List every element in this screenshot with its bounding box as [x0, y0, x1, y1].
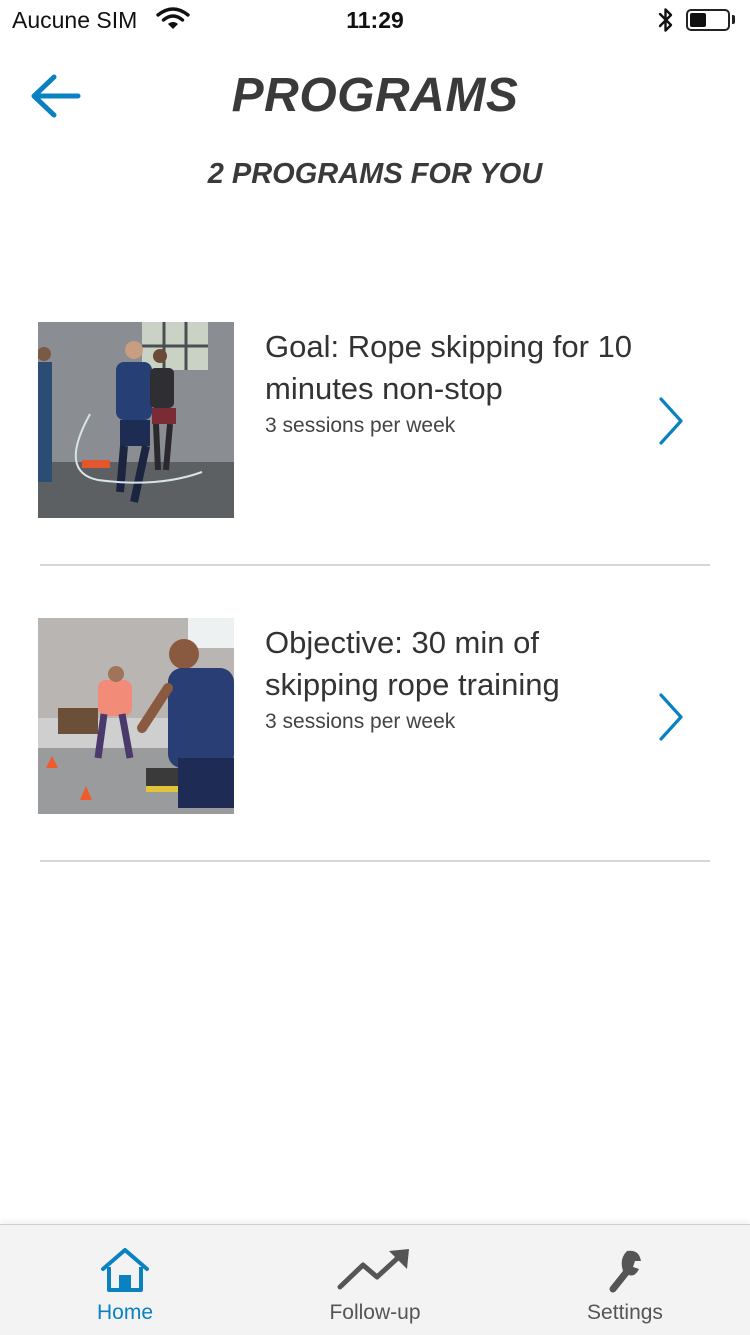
- program-sessions: 3 sessions per week: [265, 414, 456, 437]
- battery-icon: [686, 9, 730, 31]
- tab-label: Home: [96, 1301, 154, 1324]
- tab-bar: Home Follow-up Settings: [0, 1224, 750, 1335]
- chevron-right-icon: [656, 692, 686, 747]
- status-time: 11:29: [346, 7, 404, 33]
- wrench-icon: [500, 1247, 750, 1298]
- program-image: [38, 618, 234, 814]
- program-title: Objective: 30 min of skipping rope train…: [265, 625, 560, 702]
- status-bar: Aucune SIM 11:29: [0, 0, 750, 40]
- battery-nub: [732, 15, 735, 24]
- program-item-rope-skipping-10-min[interactable]: Goal: Rope skipping for 10 minutes non-s…: [0, 322, 750, 518]
- tab-label: Settings: [587, 1301, 663, 1324]
- bluetooth-icon: [656, 6, 676, 39]
- page-subtitle: 2 PROGRAMS FOR YOU: [207, 158, 543, 190]
- divider: [40, 564, 710, 566]
- divider: [40, 860, 710, 862]
- program-item-skipping-30-min[interactable]: Objective: 30 min of skipping rope train…: [0, 618, 750, 814]
- battery-level: [690, 13, 706, 27]
- chevron-right-icon: [656, 396, 686, 451]
- tab-follow-up[interactable]: Follow-up: [250, 1225, 500, 1335]
- tab-label: Follow-up: [329, 1301, 421, 1324]
- program-title: Goal: Rope skipping for 10 minutes non-s…: [265, 329, 633, 406]
- tab-settings[interactable]: Settings: [500, 1225, 750, 1335]
- home-icon: [0, 1247, 250, 1298]
- program-image: [38, 322, 234, 518]
- program-sessions: 3 sessions per week: [265, 710, 456, 733]
- trending-up-icon: [250, 1247, 500, 1298]
- tab-home[interactable]: Home: [0, 1225, 250, 1335]
- page-title: PROGRAMS: [231, 69, 519, 122]
